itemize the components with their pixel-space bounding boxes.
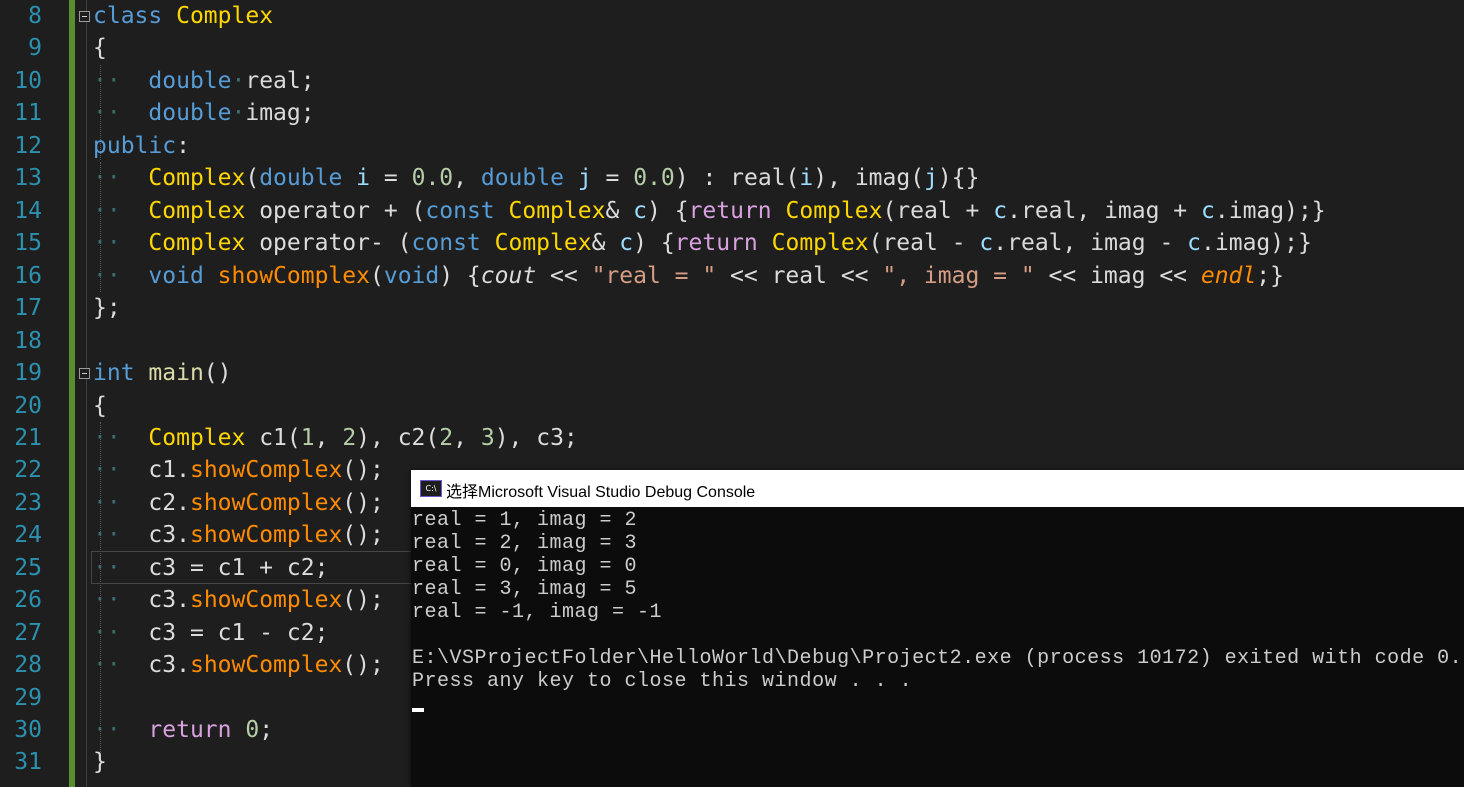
line-number: 11 bbox=[14, 100, 42, 126]
console-line: Press any key to close this window . . . bbox=[412, 670, 913, 693]
line-number: 31 bbox=[14, 749, 42, 775]
console-line: real = -1, imag = -1 bbox=[412, 601, 663, 624]
code-line-27[interactable]: ·· c3 = c1 - c2; bbox=[93, 617, 328, 649]
fold-guide bbox=[86, 0, 87, 787]
line-number: 19 bbox=[14, 360, 42, 386]
console-line: E:\VSProjectFolder\HelloWorld\Debug\Proj… bbox=[412, 647, 1463, 670]
line-number: 15 bbox=[14, 230, 42, 256]
line-number: 8 bbox=[28, 3, 42, 29]
code-line-23[interactable]: ·· c2.showComplex(); bbox=[93, 487, 384, 519]
code-line-25[interactable]: ·· c3 = c1 + c2; bbox=[93, 552, 328, 584]
line-number: 24 bbox=[14, 522, 42, 548]
line-number: 12 bbox=[14, 133, 42, 159]
console-line: real = 3, imag = 5 bbox=[412, 578, 638, 601]
code-line-28[interactable]: ·· c3.showComplex(); bbox=[93, 649, 384, 681]
line-number: 17 bbox=[14, 295, 42, 321]
code-line-16[interactable]: ·· void showComplex(void) {cout << "real… bbox=[93, 260, 1284, 292]
code-line-12[interactable]: public: bbox=[93, 130, 190, 162]
line-number: 29 bbox=[14, 685, 42, 711]
console-title-bar[interactable]: C:\ 选择Microsoft Visual Studio Debug Cons… bbox=[411, 470, 1464, 507]
code-line-21[interactable]: ·· Complex c1(1, 2), c2(2, 3), c3; bbox=[93, 422, 578, 454]
line-number: 16 bbox=[14, 263, 42, 289]
code-line-31[interactable]: } bbox=[93, 746, 107, 778]
code-line-20[interactable]: { bbox=[93, 390, 107, 422]
code-line-9[interactable]: { bbox=[93, 32, 107, 64]
code-line-11[interactable]: ·· double·imag; bbox=[93, 97, 315, 129]
code-line-8[interactable]: class Complex bbox=[93, 0, 273, 32]
line-number: 23 bbox=[14, 490, 42, 516]
collapse-icon[interactable] bbox=[79, 11, 90, 22]
code-line-22[interactable]: ·· c1.showComplex(); bbox=[93, 454, 384, 486]
console-line: real = 0, imag = 0 bbox=[412, 555, 638, 578]
code-line-30[interactable]: ·· return 0; bbox=[93, 714, 273, 746]
line-number: 13 bbox=[14, 165, 42, 191]
console-cursor bbox=[412, 708, 424, 712]
code-line-10[interactable]: ·· double·real; bbox=[93, 65, 315, 97]
line-number: 18 bbox=[14, 328, 42, 354]
line-number: 21 bbox=[14, 425, 42, 451]
console-app-icon: C:\ bbox=[420, 480, 442, 497]
change-tracking-bar bbox=[69, 0, 75, 787]
code-line-24[interactable]: ·· c3.showComplex(); bbox=[93, 519, 384, 551]
line-number: 14 bbox=[14, 198, 42, 224]
line-number: 20 bbox=[14, 393, 42, 419]
line-number: 25 bbox=[14, 555, 42, 581]
console-title: 选择Microsoft Visual Studio Debug Console bbox=[446, 484, 756, 501]
code-line-26[interactable]: ·· c3.showComplex(); bbox=[93, 584, 384, 616]
line-number: 26 bbox=[14, 587, 42, 613]
line-number-gutter: 8 9 10 11 12 13 14 15 16 17 18 19 20 21 … bbox=[0, 0, 70, 787]
line-number: 30 bbox=[14, 717, 42, 743]
code-line-14[interactable]: ·· Complex operator + (const Complex& c)… bbox=[93, 195, 1326, 227]
code-line-15[interactable]: ·· Complex operator- (const Complex& c) … bbox=[93, 227, 1312, 259]
code-line-13[interactable]: ·· Complex(double i = 0.0, double j = 0.… bbox=[93, 162, 979, 194]
debug-console-window[interactable]: C:\ 选择Microsoft Visual Studio Debug Cons… bbox=[411, 470, 1464, 787]
line-number: 22 bbox=[14, 457, 42, 483]
line-number: 28 bbox=[14, 652, 42, 678]
line-number: 27 bbox=[14, 620, 42, 646]
code-line-19[interactable]: int main() bbox=[93, 357, 232, 389]
console-line: real = 2, imag = 3 bbox=[412, 532, 638, 555]
line-number: 9 bbox=[28, 35, 42, 61]
collapse-icon[interactable] bbox=[79, 368, 90, 379]
code-line-17[interactable]: }; bbox=[93, 292, 121, 324]
line-number: 10 bbox=[14, 68, 42, 94]
console-line: real = 1, imag = 2 bbox=[412, 509, 638, 532]
